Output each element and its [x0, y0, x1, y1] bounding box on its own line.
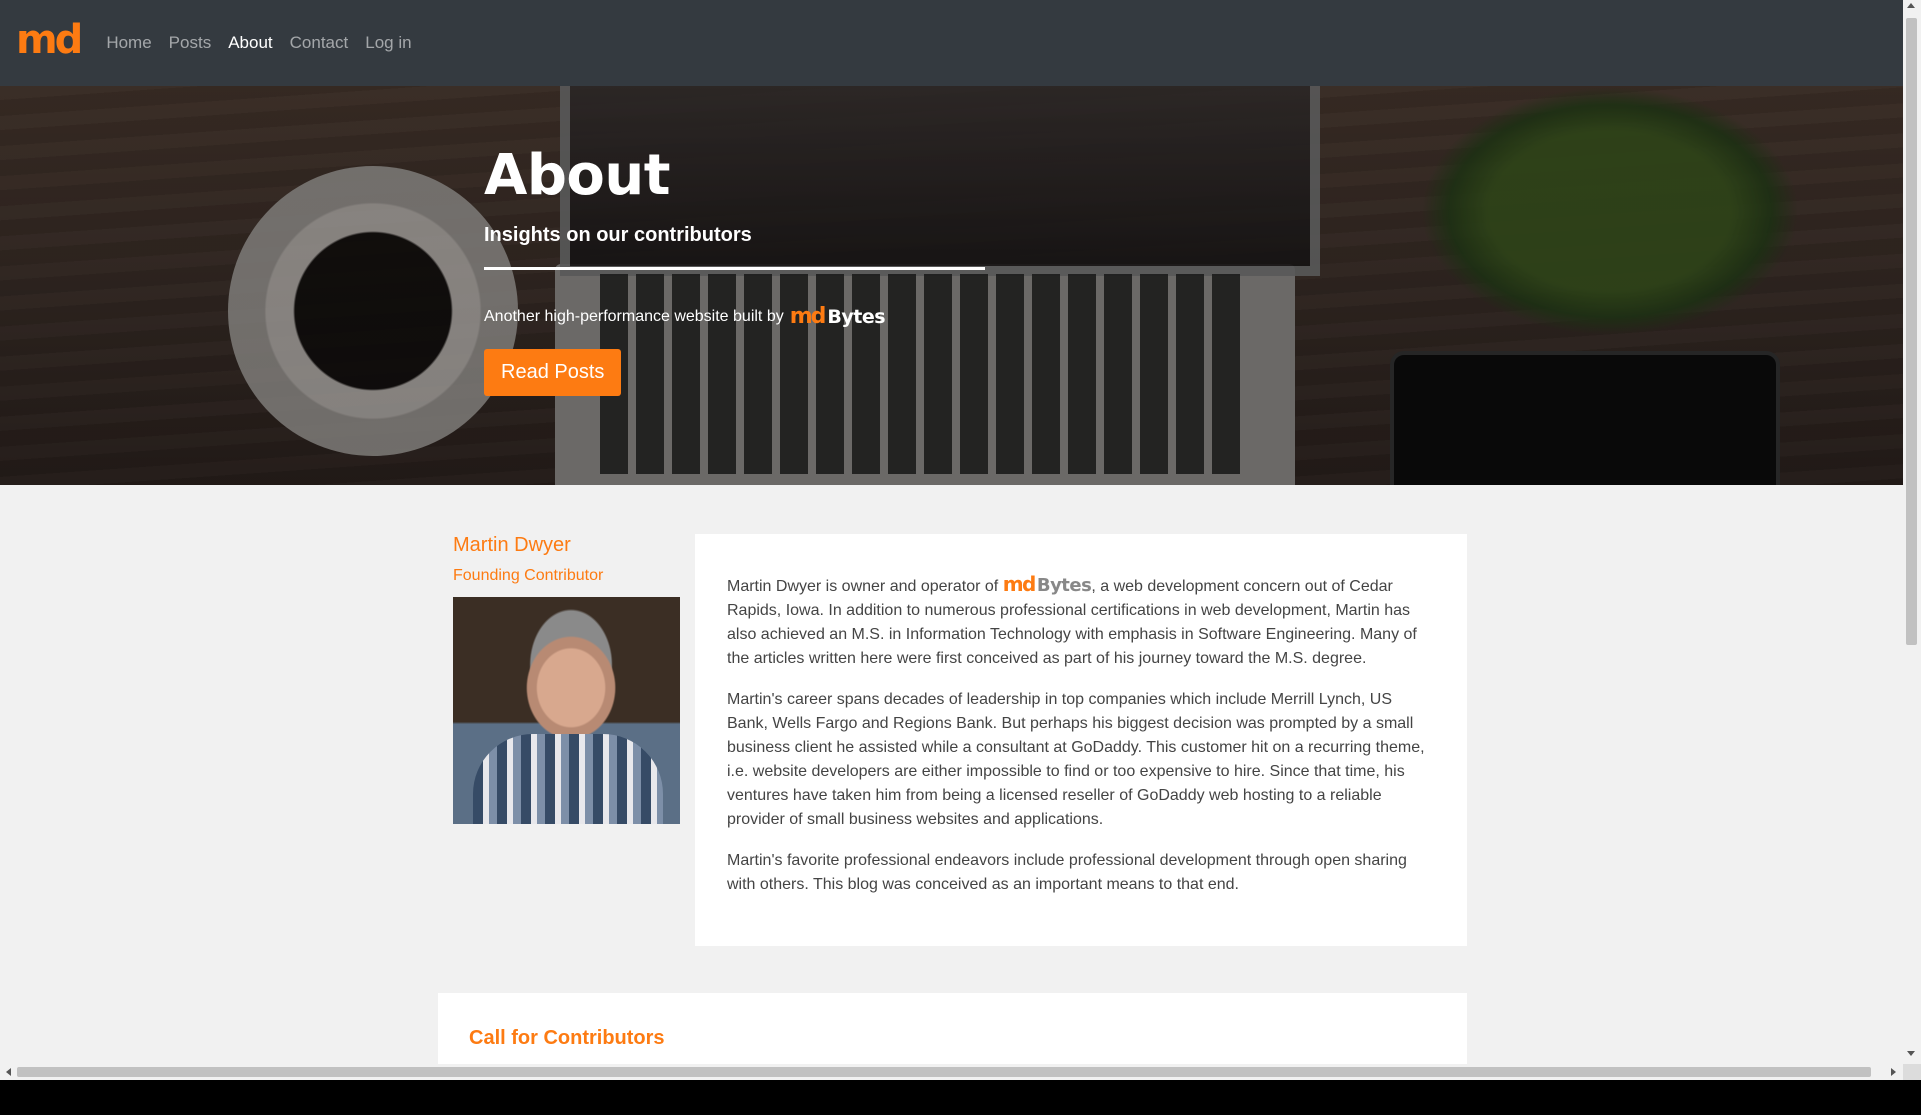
- bio-paragraph-1: Martin Dwyer is owner and operator of md…: [727, 572, 1435, 671]
- profile-role: Founding Contributor: [453, 567, 604, 584]
- nav-contact-link[interactable]: Contact: [290, 33, 349, 53]
- mdbytes-logo: md Bytes: [789, 304, 886, 329]
- scroll-down-arrow-icon[interactable]: [1907, 1051, 1915, 1056]
- nav-home-link[interactable]: Home: [106, 33, 151, 53]
- profile-sidebar: Martin Dwyer Founding Contributor: [453, 534, 683, 824]
- scrollbar-corner: [1903, 1064, 1921, 1080]
- portrait-photo: [453, 597, 680, 824]
- mdbytes-inline-logo: md Bytes: [1003, 572, 1092, 596]
- vertical-scroll-thumb[interactable]: [1906, 18, 1917, 645]
- bio-card: Martin Dwyer is owner and operator of md…: [695, 534, 1467, 946]
- bio-p1-intro: Martin Dwyer is owner and operator of: [727, 578, 999, 595]
- scroll-left-arrow-icon[interactable]: [6, 1068, 11, 1076]
- contributors-title: Call for Contributors: [469, 1027, 665, 1049]
- bio-paragraph-3: Martin's favorite professional endeavors…: [727, 852, 1407, 893]
- horizontal-scroll-thumb[interactable]: [17, 1067, 1871, 1077]
- hero-content: About Insights on our contributors Anoth…: [484, 148, 1004, 396]
- profile-name: Martin Dwyer: [453, 534, 571, 556]
- portrait-shirt: [473, 734, 663, 824]
- site-logo[interactable]: md: [16, 20, 83, 60]
- page-subtitle: Insights on our contributors: [484, 224, 752, 246]
- mdbytes-inline-bytes: Bytes: [1036, 575, 1092, 596]
- built-by-text: Another high-performance website built b…: [484, 307, 784, 325]
- mdbytes-logo-md: md: [789, 304, 827, 329]
- scroll-right-arrow-icon[interactable]: [1891, 1068, 1896, 1076]
- top-navbar: md Home Posts About Contact Log in: [0, 0, 1903, 86]
- bio-paragraph-2: Martin's career spans decades of leaders…: [727, 691, 1425, 828]
- mdbytes-inline-md: md: [1002, 572, 1037, 596]
- nav-posts-link[interactable]: Posts: [169, 33, 212, 53]
- nav-login-link[interactable]: Log in: [365, 33, 411, 53]
- page-title: About: [484, 143, 671, 208]
- built-by-line: Another high-performance website built b…: [484, 304, 1004, 329]
- nav-about-link[interactable]: About: [228, 33, 272, 53]
- page-viewport: md Home Posts About Contact Log in About…: [0, 0, 1921, 1080]
- mdbytes-logo-bytes: Bytes: [827, 306, 886, 328]
- scroll-up-arrow-icon[interactable]: [1907, 3, 1915, 8]
- hero-banner: About Insights on our contributors Anoth…: [0, 86, 1903, 485]
- hero-divider: [484, 267, 985, 270]
- read-posts-button[interactable]: Read Posts: [484, 349, 622, 396]
